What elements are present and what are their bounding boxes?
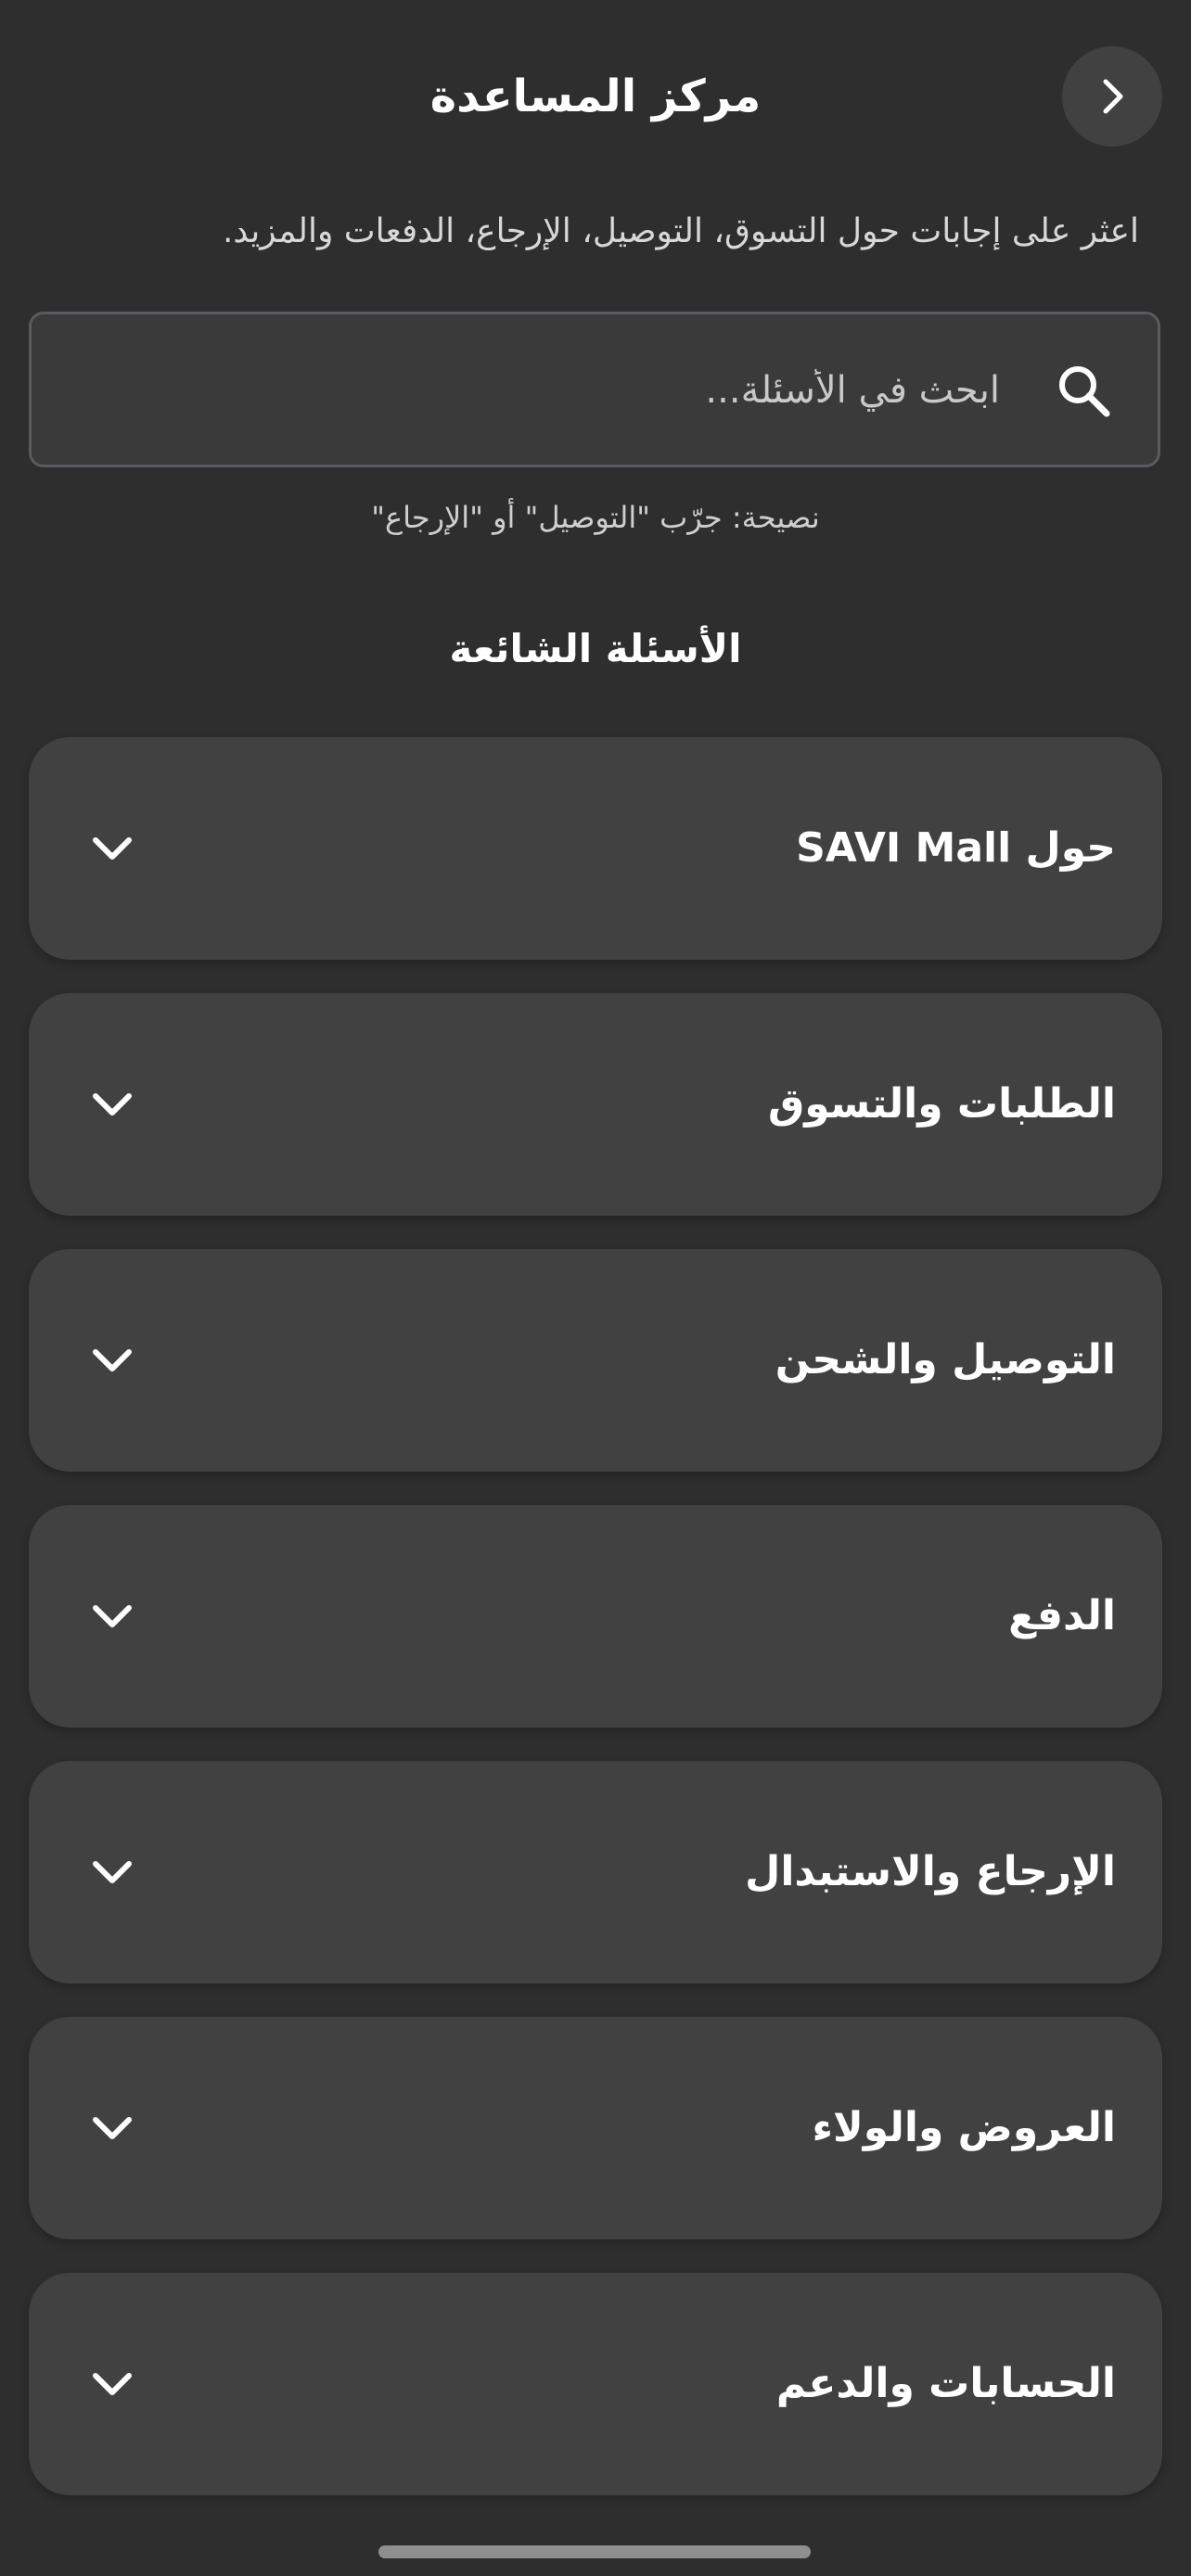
faq-item-delivery[interactable]: التوصيل والشحن [29, 1249, 1162, 1472]
faq-item-accounts[interactable]: الحسابات والدعم [29, 2273, 1162, 2495]
faq-item-label: الطلبات والتسوق [767, 1080, 1116, 1128]
faq-item-payment[interactable]: الدفع [29, 1505, 1162, 1728]
chevron-down-icon [93, 1093, 132, 1116]
faq-item-label: الحسابات والدعم [775, 2360, 1116, 2407]
chevron-down-icon [93, 1349, 132, 1371]
faq-item-label: التوصيل والشحن [775, 1336, 1116, 1384]
chevron-down-icon [93, 1861, 132, 1883]
chevron-down-icon [93, 1605, 132, 1627]
header: مركز المساعدة [0, 46, 1191, 154]
faq-item-orders[interactable]: الطلبات والتسوق [29, 993, 1162, 1216]
faq-section-title: الأسئلة الشائعة [449, 626, 742, 671]
page-title: مركز المساعدة [429, 70, 762, 122]
home-indicator [378, 2545, 811, 2558]
faq-list: حول SAVI Mall الطلبات والتسوق التوصيل وا… [29, 737, 1162, 2529]
search-box[interactable] [29, 312, 1160, 467]
search-input[interactable] [59, 314, 1002, 466]
search-icon[interactable] [1054, 361, 1113, 420]
search-tip: نصيحة: جرّب "التوصيل" أو "الإرجاع" [371, 500, 820, 535]
faq-item-label: حول SAVI Mall [796, 824, 1116, 872]
faq-item-returns[interactable]: الإرجاع والاستبدال [29, 1761, 1162, 1983]
faq-item-label: الإرجاع والاستبدال [745, 1848, 1116, 1895]
faq-item-offers[interactable]: العروض والولاء [29, 2017, 1162, 2239]
chevron-down-icon [93, 2117, 132, 2139]
faq-item-about[interactable]: حول SAVI Mall [29, 737, 1162, 960]
page-subtitle: اعثر على إجابات حول التسوق، التوصيل، الإ… [222, 212, 1139, 250]
chevron-down-icon [93, 837, 132, 860]
faq-item-label: العروض والولاء [812, 2104, 1116, 2151]
chevron-down-icon [93, 2373, 132, 2395]
faq-item-label: الدفع [1008, 1592, 1116, 1639]
